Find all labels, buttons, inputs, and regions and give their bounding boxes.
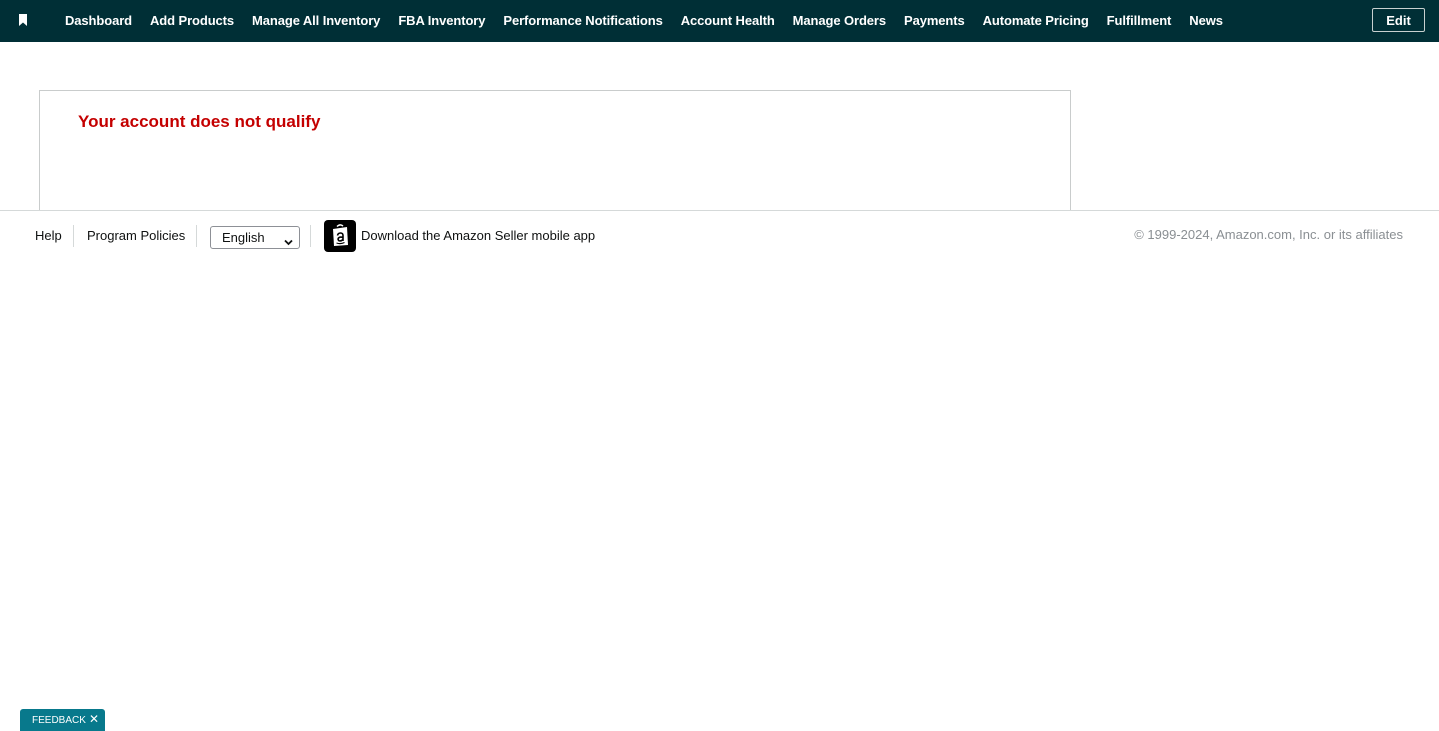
- nav-item-manage-orders[interactable]: Manage Orders: [784, 0, 895, 42]
- nav-items: Dashboard Add Products Manage All Invent…: [56, 0, 1232, 42]
- copyright-text: © 1999-2024, Amazon.com, Inc. or its aff…: [1134, 227, 1403, 242]
- top-navigation-bar: Dashboard Add Products Manage All Invent…: [0, 0, 1439, 42]
- footer: Help Program Policies English Download t…: [0, 211, 1439, 261]
- help-link[interactable]: Help: [35, 228, 62, 243]
- bookmark-icon[interactable]: [18, 14, 28, 26]
- nav-item-add-products[interactable]: Add Products: [141, 0, 243, 42]
- footer-separator: [73, 225, 74, 247]
- program-policies-link[interactable]: Program Policies: [87, 228, 185, 243]
- nav-item-manage-all-inventory[interactable]: Manage All Inventory: [243, 0, 389, 42]
- chevron-down-icon: [284, 234, 293, 249]
- download-app-link[interactable]: Download the Amazon Seller mobile app: [361, 228, 595, 243]
- nav-item-fba-inventory[interactable]: FBA Inventory: [389, 0, 494, 42]
- nav-item-news[interactable]: News: [1180, 0, 1232, 42]
- notice-title: Your account does not qualify: [78, 112, 321, 131]
- close-icon[interactable]: ✕: [89, 713, 99, 725]
- amazon-app-icon[interactable]: [324, 220, 356, 252]
- edit-button[interactable]: Edit: [1372, 8, 1425, 32]
- language-select[interactable]: English: [210, 226, 300, 249]
- footer-separator: [310, 225, 311, 247]
- notice-panel: Your account does not qualify: [39, 90, 1071, 210]
- language-select-value: English: [222, 230, 265, 245]
- nav-item-performance-notifications[interactable]: Performance Notifications: [494, 0, 671, 42]
- nav-item-account-health[interactable]: Account Health: [672, 0, 784, 42]
- feedback-label: FEEDBACK: [32, 714, 86, 726]
- feedback-tab[interactable]: FEEDBACK ✕: [20, 709, 105, 731]
- nav-item-dashboard[interactable]: Dashboard: [56, 0, 141, 42]
- nav-item-automate-pricing[interactable]: Automate Pricing: [974, 0, 1098, 42]
- nav-item-payments[interactable]: Payments: [895, 0, 974, 42]
- footer-separator: [196, 225, 197, 247]
- nav-item-fulfillment[interactable]: Fulfillment: [1098, 0, 1181, 42]
